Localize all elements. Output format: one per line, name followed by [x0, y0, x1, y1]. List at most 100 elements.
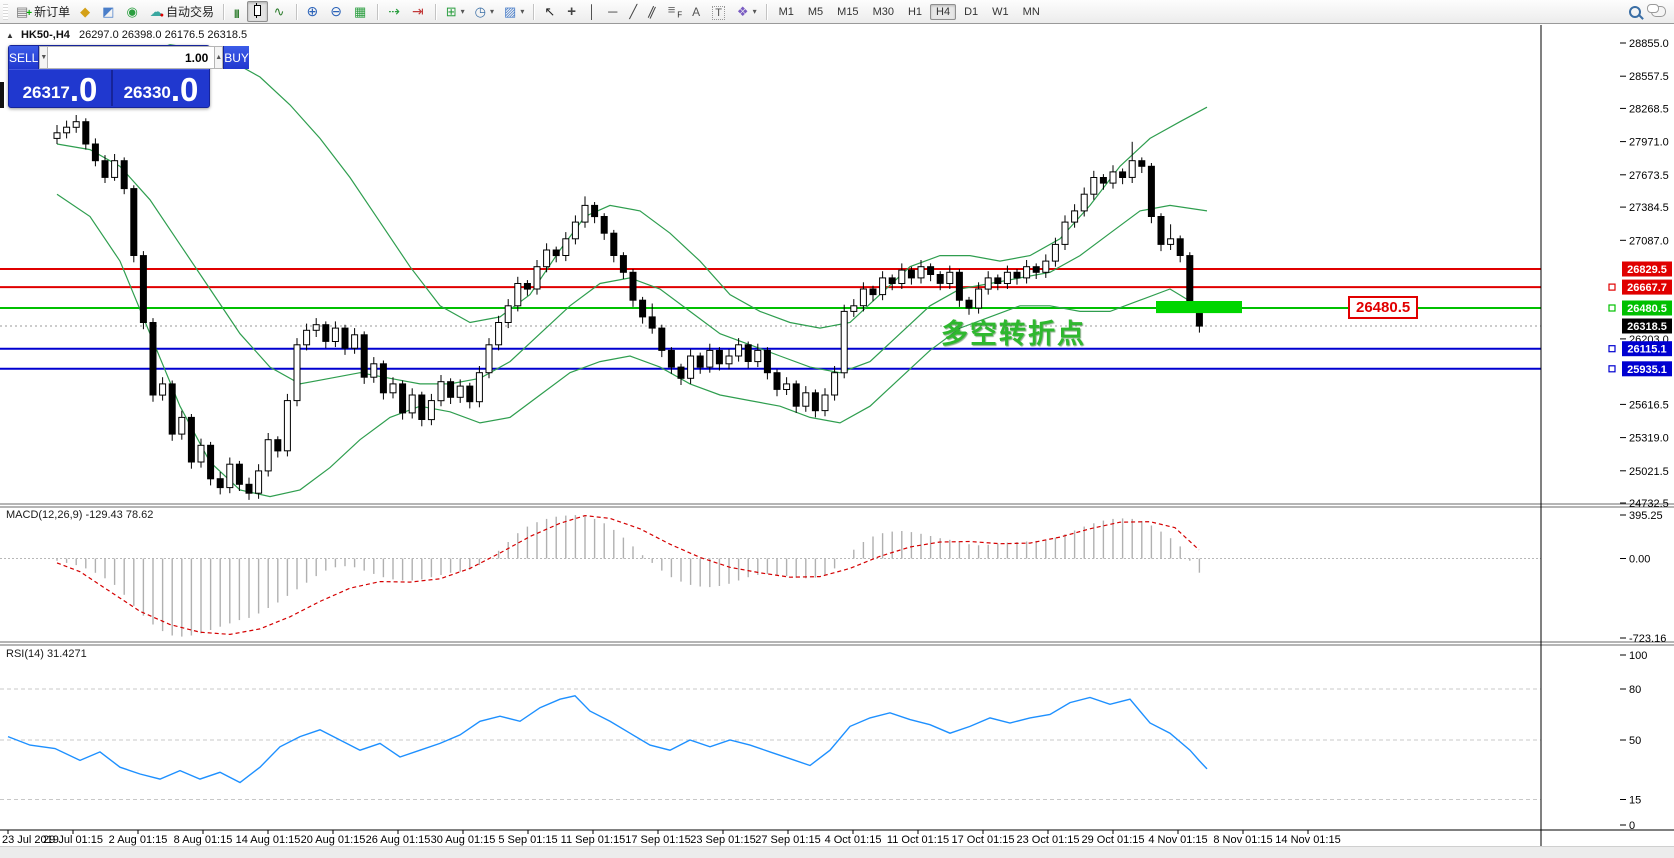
candlestick[interactable] — [82, 121, 90, 145]
candlestick[interactable] — [571, 221, 579, 240]
candlestick[interactable] — [552, 249, 560, 257]
candlestick[interactable] — [303, 329, 311, 346]
candlestick[interactable] — [687, 355, 695, 379]
candlestick[interactable] — [312, 324, 320, 331]
candlestick[interactable] — [783, 383, 791, 390]
candlestick[interactable] — [1167, 238, 1175, 245]
candlestick[interactable] — [1042, 260, 1050, 273]
timeframe-h4-button[interactable]: H4 — [930, 3, 957, 20]
candlestick[interactable] — [619, 255, 627, 273]
candlestick[interactable] — [1147, 165, 1155, 218]
toolbar-grip[interactable] — [3, 3, 8, 20]
toolbar-text-button[interactable]: A — [688, 1, 706, 22]
dropdown-caret-icon[interactable]: ▾ — [490, 7, 494, 16]
candlestick[interactable] — [869, 288, 877, 296]
candlestick[interactable] — [879, 277, 887, 296]
candlestick[interactable] — [331, 327, 339, 343]
toolbar-zoom-out-button[interactable]: ⊖ — [326, 1, 348, 22]
candlestick[interactable] — [725, 355, 733, 365]
candlestick[interactable] — [216, 478, 224, 489]
candlestick[interactable] — [1119, 171, 1127, 178]
line-handle[interactable] — [1608, 345, 1616, 353]
candlestick[interactable] — [514, 283, 522, 307]
candlestick[interactable] — [130, 188, 138, 257]
dropdown-caret-icon[interactable]: ▾ — [461, 7, 465, 16]
candlestick[interactable] — [1176, 238, 1184, 257]
chart-area[interactable]: 28855.0 28557.5 28268.5 27971.0 27673.5 27384… — [0, 0, 1674, 858]
candlestick[interactable] — [418, 394, 426, 420]
timeframe-m1-button[interactable]: M1 — [773, 4, 800, 20]
candlestick[interactable] — [754, 349, 762, 363]
candlestick[interactable] — [1157, 216, 1165, 245]
candlestick[interactable] — [437, 381, 445, 402]
toolbar-indicators-button[interactable]: ⊞ ▾ — [442, 1, 469, 22]
candlestick[interactable] — [139, 255, 147, 324]
highlight-rectangle[interactable] — [1156, 301, 1242, 314]
candlestick[interactable] — [946, 271, 954, 284]
volume-decrease-button[interactable]: ▼ — [39, 46, 49, 69]
candlestick[interactable] — [859, 288, 867, 307]
candlestick[interactable] — [802, 392, 810, 407]
candlestick[interactable] — [763, 349, 771, 374]
candlestick[interactable] — [658, 327, 666, 351]
candlestick[interactable] — [629, 271, 637, 301]
candlestick[interactable] — [322, 324, 330, 342]
candlestick[interactable] — [274, 439, 282, 452]
candlestick[interactable] — [965, 299, 973, 309]
candlestick[interactable] — [178, 416, 186, 435]
toolbar-trendline-button[interactable]: ╱ — [625, 1, 643, 22]
toolbar-signals-button[interactable]: ◉ — [122, 1, 143, 22]
candlestick[interactable] — [821, 394, 829, 412]
pivot-annotation-text[interactable]: 多空转折点 — [941, 312, 1086, 351]
candlestick[interactable] — [159, 383, 167, 396]
candlestick[interactable] — [264, 439, 272, 472]
one-click-collapse-icon[interactable]: ▲ — [6, 31, 14, 40]
candlestick[interactable] — [168, 383, 176, 435]
candlestick[interactable] — [888, 277, 896, 284]
candlestick[interactable] — [226, 463, 234, 489]
candlestick[interactable] — [811, 392, 819, 412]
candlestick[interactable] — [399, 383, 407, 414]
candlestick[interactable] — [341, 327, 349, 349]
candlestick[interactable] — [1032, 266, 1040, 273]
toolbar-new-order-button[interactable]: ▤+ 新订单 — [12, 1, 74, 22]
candlestick[interactable] — [744, 344, 752, 362]
candlestick[interactable] — [591, 204, 599, 218]
buy-button[interactable]: BUY — [223, 46, 249, 69]
toolbar-equidistant-channel-button[interactable]: ∥ — [645, 1, 662, 22]
candlestick[interactable] — [207, 444, 215, 480]
toolbar-line-chart-button[interactable]: ∿ — [270, 1, 291, 22]
candlestick[interactable] — [504, 305, 512, 323]
candlestick[interactable] — [63, 126, 71, 134]
toolbar-auto-trading-button[interactable]: ☁● 自动交易 — [146, 1, 218, 22]
candlestick[interactable] — [255, 470, 263, 494]
candlestick[interactable] — [898, 269, 906, 285]
candlestick[interactable] — [735, 344, 743, 357]
candlestick[interactable] — [523, 283, 531, 290]
candlestick[interactable] — [927, 266, 935, 276]
candlestick[interactable] — [581, 204, 589, 223]
candlestick[interactable] — [984, 277, 992, 290]
candlestick[interactable] — [111, 160, 119, 178]
candlestick[interactable] — [1090, 177, 1098, 195]
sell-button[interactable]: SELL — [9, 46, 40, 69]
toolbar-chart-shift-button[interactable]: ⇥ — [408, 1, 430, 22]
panel-edge-tab[interactable] — [0, 82, 4, 108]
candlestick[interactable] — [715, 349, 723, 365]
candlestick[interactable] — [1071, 210, 1079, 223]
candlestick[interactable] — [907, 269, 915, 279]
candlestick[interactable] — [773, 372, 781, 390]
candlestick[interactable] — [1003, 271, 1011, 284]
toolbar-tile-windows-button[interactable]: ▦ — [350, 1, 372, 22]
candlestick[interactable] — [677, 366, 685, 379]
candlestick[interactable] — [351, 334, 359, 349]
candlestick[interactable] — [379, 363, 387, 394]
candlestick[interactable] — [283, 400, 291, 452]
candlestick[interactable] — [562, 238, 570, 257]
candlestick[interactable] — [917, 266, 925, 279]
volume-increase-button[interactable]: ▲ — [214, 46, 224, 69]
candlestick[interactable] — [648, 316, 656, 329]
candlestick[interactable] — [975, 288, 983, 309]
candlestick[interactable] — [1080, 193, 1088, 212]
candlestick[interactable] — [427, 400, 435, 421]
